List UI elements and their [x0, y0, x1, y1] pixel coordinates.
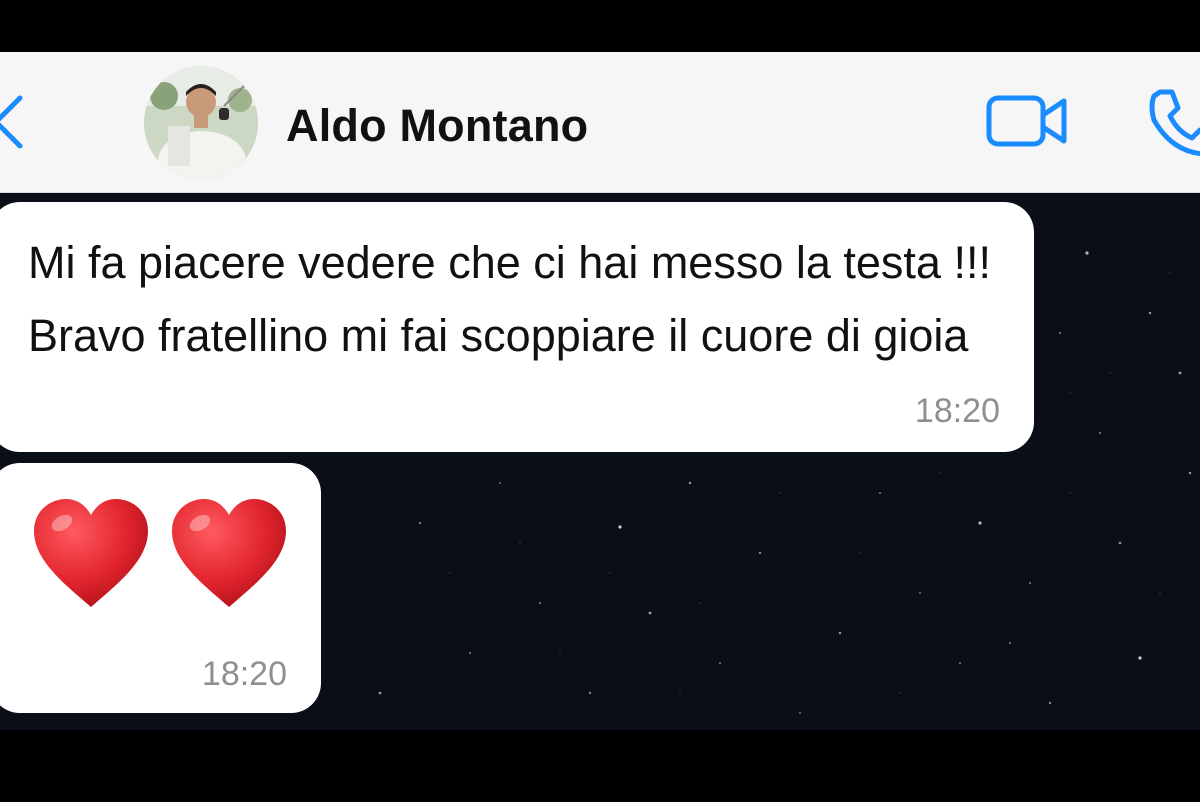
contact-avatar[interactable] — [144, 66, 258, 180]
bottom-letterbox — [0, 730, 1200, 802]
message-timestamp: 18:20 — [201, 655, 287, 693]
message-bubble[interactable]: 18:20 — [0, 463, 321, 713]
video-camera-icon[interactable] — [986, 93, 1070, 151]
chat-area[interactable]: Mi fa piacere vedere che ci hai messo la… — [0, 193, 1200, 730]
red-heart-icon — [34, 499, 148, 607]
screenshot-frame: Aldo Montano Mi fa piacere vedere che ci… — [0, 0, 1200, 802]
contact-name[interactable]: Aldo Montano — [286, 98, 588, 154]
red-heart-icon — [172, 499, 286, 607]
message-text: Mi fa piacere vedere che ci hai messo la… — [28, 237, 991, 361]
phone-icon[interactable] — [1146, 86, 1200, 156]
message-timestamp: 18:20 — [914, 392, 1000, 430]
message-bubble[interactable]: Mi fa piacere vedere che ci hai messo la… — [0, 202, 1034, 452]
back-button-chevron-left-icon[interactable] — [0, 92, 26, 152]
